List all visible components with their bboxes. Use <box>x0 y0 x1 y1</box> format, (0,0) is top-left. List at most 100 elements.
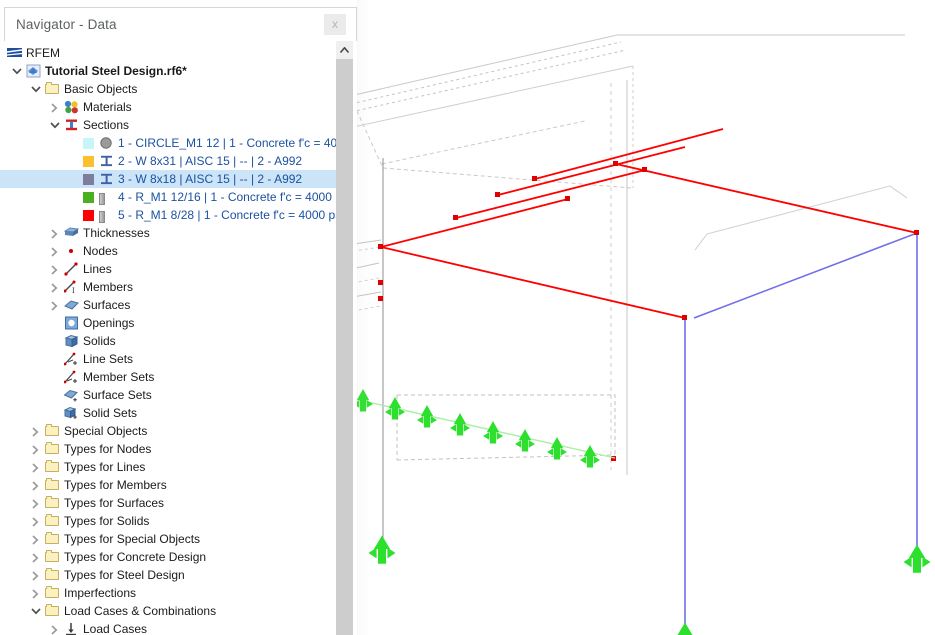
chevron-down-icon[interactable] <box>12 62 23 80</box>
tree-item-label: Types for Solids <box>64 512 149 530</box>
folder-icon <box>45 478 60 492</box>
tree-item-types-for-nodes[interactable]: Types for Nodes <box>0 440 336 458</box>
chevron-right-icon[interactable] <box>31 566 42 584</box>
folder-icon <box>45 586 60 600</box>
tree-item-basic-objects[interactable]: Basic Objects <box>0 80 336 98</box>
tree-item-line-sets[interactable]: Line Sets <box>0 350 336 368</box>
tree-item-member-sets[interactable]: Member Sets <box>0 368 336 386</box>
tree-scrollbar[interactable] <box>336 41 353 635</box>
tree-item-solids[interactable]: Solids <box>0 332 336 350</box>
nodes-icon <box>64 244 79 258</box>
tree-item-label: 4 - R_M1 12/16 | 1 - Concrete f'c = 4000… <box>118 188 336 206</box>
tree-item-types-for-lines[interactable]: Types for Lines <box>0 458 336 476</box>
solid-sets-icon <box>64 406 79 420</box>
line-sets-icon <box>64 352 79 366</box>
chevron-down-icon[interactable] <box>31 602 42 620</box>
chevron-right-icon[interactable] <box>50 620 61 635</box>
tree-item-nodes[interactable]: Nodes <box>0 242 336 260</box>
tree-item-types-for-concrete-design[interactable]: Types for Concrete Design <box>0 548 336 566</box>
tree-item-materials[interactable]: Materials <box>0 98 336 116</box>
chevron-right-icon[interactable] <box>50 98 61 116</box>
tree-item-label: RFEM <box>26 44 60 62</box>
chevron-right-icon[interactable] <box>31 422 42 440</box>
chevron-right-icon[interactable] <box>50 278 61 296</box>
chevron-down-icon[interactable] <box>31 80 42 98</box>
model-file-icon <box>26 64 41 78</box>
chevron-right-icon[interactable] <box>31 548 42 566</box>
tree-item-tutorial-steel-design-rf6[interactable]: Tutorial Steel Design.rf6* <box>0 62 336 80</box>
tree-item-label: Tutorial Steel Design.rf6* <box>45 62 187 80</box>
tree-item-label: Types for Members <box>64 476 167 494</box>
tree-item-label: 1 - CIRCLE_M1 12 | 1 - Concrete f'c = 40… <box>118 134 336 152</box>
tree-item-1-circle-m1-12[interactable]: 1 - CIRCLE_M1 12 | 1 - Concrete f'c = 40… <box>0 134 336 152</box>
section-ibeam-icon <box>99 154 114 168</box>
surfaces-icon <box>64 298 79 312</box>
scroll-up-button[interactable] <box>336 41 353 59</box>
svg-text:I: I <box>72 286 75 294</box>
rfem-logo-icon <box>7 46 22 60</box>
tree-item-rfem[interactable]: RFEM <box>0 44 336 62</box>
tree-item-types-for-steel-design[interactable]: Types for Steel Design <box>0 566 336 584</box>
tree-item-types-for-members[interactable]: Types for Members <box>0 476 336 494</box>
tree-item-types-for-special-objects[interactable]: Types for Special Objects <box>0 530 336 548</box>
chevron-right-icon[interactable] <box>31 494 42 512</box>
folder-icon <box>45 568 60 582</box>
data-tree[interactable]: RFEMTutorial Steel Design.rf6*Basic Obje… <box>0 41 336 635</box>
chevron-down-icon[interactable] <box>50 116 61 134</box>
tree-item-lines[interactable]: Lines <box>0 260 336 278</box>
tree-item-imperfections[interactable]: Imperfections <box>0 584 336 602</box>
tree-item-label: Sections <box>83 116 129 134</box>
chevron-right-icon[interactable] <box>50 224 61 242</box>
tree-item-5-r-m1-8-28[interactable]: 5 - R_M1 8/28 | 1 - Concrete f'c = 4000 … <box>0 206 336 224</box>
close-icon[interactable]: x <box>324 14 346 35</box>
chevron-right-icon[interactable] <box>31 530 42 548</box>
navigator-body: RFEMTutorial Steel Design.rf6*Basic Obje… <box>0 41 357 635</box>
model-3d-view[interactable] <box>345 0 935 635</box>
chevron-right-icon[interactable] <box>31 512 42 530</box>
tree-item-label: Types for Concrete Design <box>64 548 206 566</box>
chevron-right-icon[interactable] <box>31 476 42 494</box>
tree-item-types-for-surfaces[interactable]: Types for Surfaces <box>0 494 336 512</box>
chevron-right-icon[interactable] <box>31 440 42 458</box>
tree-item-label: Solids <box>83 332 116 350</box>
tree-item-label: Load Cases & Combinations <box>64 602 216 620</box>
tree-item-label: Lines <box>83 260 112 278</box>
solids-icon <box>64 334 79 348</box>
section-ibeam-icon <box>99 172 114 186</box>
tree-item-load-cases[interactable]: Load Cases <box>0 620 336 635</box>
folder-icon <box>45 496 60 510</box>
navigator-panel: Navigator - Data x RFEMTutorial Steel De… <box>0 0 357 635</box>
red-member-group <box>381 129 917 318</box>
blue-member-group <box>685 233 917 635</box>
chevron-right-icon[interactable] <box>50 242 61 260</box>
chevron-right-icon[interactable] <box>50 260 61 278</box>
sections-icon <box>64 118 79 132</box>
member-sets-icon <box>64 370 79 384</box>
folder-icon <box>45 442 60 456</box>
surface-sets-icon <box>64 388 79 402</box>
tree-item-label: Thicknesses <box>83 224 150 242</box>
tree-item-sections[interactable]: Sections <box>0 116 336 134</box>
section-rect-icon <box>99 190 114 204</box>
tree-item-surfaces[interactable]: Surfaces <box>0 296 336 314</box>
tree-item-thicknesses[interactable]: Thicknesses <box>0 224 336 242</box>
section-color-swatch <box>83 138 94 149</box>
chevron-right-icon[interactable] <box>31 458 42 476</box>
tree-item-members[interactable]: IMembers <box>0 278 336 296</box>
scrollbar-thumb[interactable] <box>336 59 353 635</box>
tree-item-types-for-solids[interactable]: Types for Solids <box>0 512 336 530</box>
folder-icon <box>45 460 60 474</box>
chevron-right-icon[interactable] <box>50 296 61 314</box>
tree-item-label: Surface Sets <box>83 386 152 404</box>
tree-item-load-cases-combinations[interactable]: Load Cases & Combinations <box>0 602 336 620</box>
tree-item-surface-sets[interactable]: Surface Sets <box>0 386 336 404</box>
tree-item-special-objects[interactable]: Special Objects <box>0 422 336 440</box>
tree-item-3-w-8x18-aisc-15[interactable]: 3 - W 8x18 | AISC 15 | -- | 2 - A992 <box>0 170 336 188</box>
chevron-right-icon[interactable] <box>31 584 42 602</box>
tree-item-solid-sets[interactable]: Solid Sets <box>0 404 336 422</box>
tree-item-2-w-8x31-aisc-15[interactable]: 2 - W 8x31 | AISC 15 | -- | 2 - A992 <box>0 152 336 170</box>
tree-item-openings[interactable]: Openings <box>0 314 336 332</box>
tree-item-label: Solid Sets <box>83 404 137 422</box>
tree-item-4-r-m1-12-16[interactable]: 4 - R_M1 12/16 | 1 - Concrete f'c = 4000… <box>0 188 336 206</box>
tree-item-label: Types for Steel Design <box>64 566 185 584</box>
